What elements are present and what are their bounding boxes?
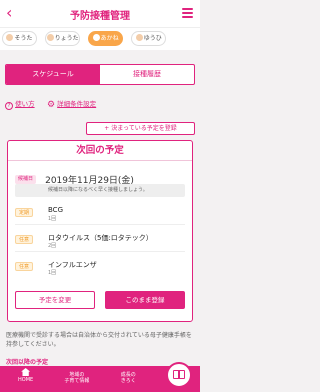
vaccine-type-badge: 任意 (15, 262, 34, 271)
candidate-date-row: 候補日 2019年11月29日(金) (15, 169, 185, 186)
menu-icon[interactable] (182, 8, 193, 18)
card-title: 次回の予定 (8, 141, 192, 161)
child-selector: そうた りょうた あかね ゆうひ (0, 28, 200, 50)
register-plan-button[interactable]: + 決まっている予定を登録 (86, 122, 195, 135)
vaccine-type-badge: 任意 (15, 235, 34, 244)
vaccine-item: 任意 ロタウイルス（5価:ロタテック） 2回 (15, 230, 185, 252)
vaccine-dose: 2回 (48, 243, 57, 249)
nav-growth-label: 成長の きろく (120, 372, 136, 384)
nav-local-info-label: 地域の 子育て情報 (64, 372, 90, 384)
child-chip-yuuhi[interactable]: ゆうひ (131, 31, 167, 46)
child-face-icon (46, 34, 54, 41)
settings-label: 詳細条件設定 (57, 100, 97, 108)
book-icon (173, 370, 185, 379)
app-header: ‹ 予防接種管理 (0, 0, 200, 28)
nav-home-label: HOME (18, 377, 34, 383)
vaccine-dose: 1回 (48, 270, 57, 276)
child-name: りょうた (54, 35, 79, 42)
help-link[interactable]: ? 使い方 (5, 98, 35, 110)
nav-growth-record[interactable]: 成長の きろく (103, 366, 154, 392)
child-face-icon (6, 34, 14, 41)
vaccine-name: ロタウイルス（5価:ロタテック） (48, 234, 153, 242)
help-links: ? 使い方 ⚙ 詳細条件設定 (5, 98, 195, 110)
change-schedule-button[interactable]: 予定を変更 (15, 291, 95, 309)
settings-link[interactable]: ⚙ 詳細条件設定 (47, 98, 96, 110)
gear-icon: ⚙ (47, 100, 56, 110)
child-chip-ryouta[interactable]: りょうた (45, 31, 81, 46)
tab-history[interactable]: 接種履歴 (100, 65, 194, 84)
nav-local-info[interactable]: 地域の 子育て情報 (51, 366, 102, 392)
vaccine-name: BCG (48, 206, 63, 214)
vaccine-dose: 1回 (48, 216, 57, 222)
handbook-note: 医療機関で受診する場合は自治体から交付されている母子健康手帳を持参してください。 (6, 332, 192, 348)
candidate-badge: 候補日 (15, 175, 37, 184)
question-icon: ? (5, 102, 13, 110)
vaccine-item: 任意 インフルエンザ 1回 (15, 257, 185, 279)
tab-bar: スケジュール 接種履歴 (5, 64, 195, 85)
next-section-heading: 次回以降の予定 (6, 359, 49, 366)
child-name: ゆうひ (143, 35, 162, 42)
child-name: そうた (14, 35, 33, 42)
candidate-note: 候補日以降になるべく早く接種しましょう。 (15, 184, 185, 197)
card-actions: 予定を変更 このまま登録 (15, 291, 185, 309)
tab-schedule[interactable]: スケジュール (6, 65, 100, 84)
home-icon (21, 368, 31, 376)
vaccine-item: 定期 BCG 1回 (15, 203, 185, 225)
child-face-icon (135, 34, 143, 41)
next-schedule-card: 次回の予定 候補日 2019年11月29日(金) 候補日以降になるべく早く接種し… (7, 140, 193, 322)
page-title: 予防接種管理 (70, 11, 130, 22)
help-label: 使い方 (15, 100, 35, 108)
confirm-register-button[interactable]: このまま登録 (105, 291, 185, 309)
vaccine-type-badge: 定期 (15, 208, 34, 217)
handbook-fab[interactable] (166, 362, 192, 388)
child-chip-akane[interactable]: あかね (88, 31, 124, 46)
nav-home[interactable]: HOME (0, 366, 51, 392)
child-chip-souta[interactable]: そうた (2, 31, 37, 46)
child-face-icon (92, 34, 100, 41)
child-name: あかね (100, 35, 119, 42)
